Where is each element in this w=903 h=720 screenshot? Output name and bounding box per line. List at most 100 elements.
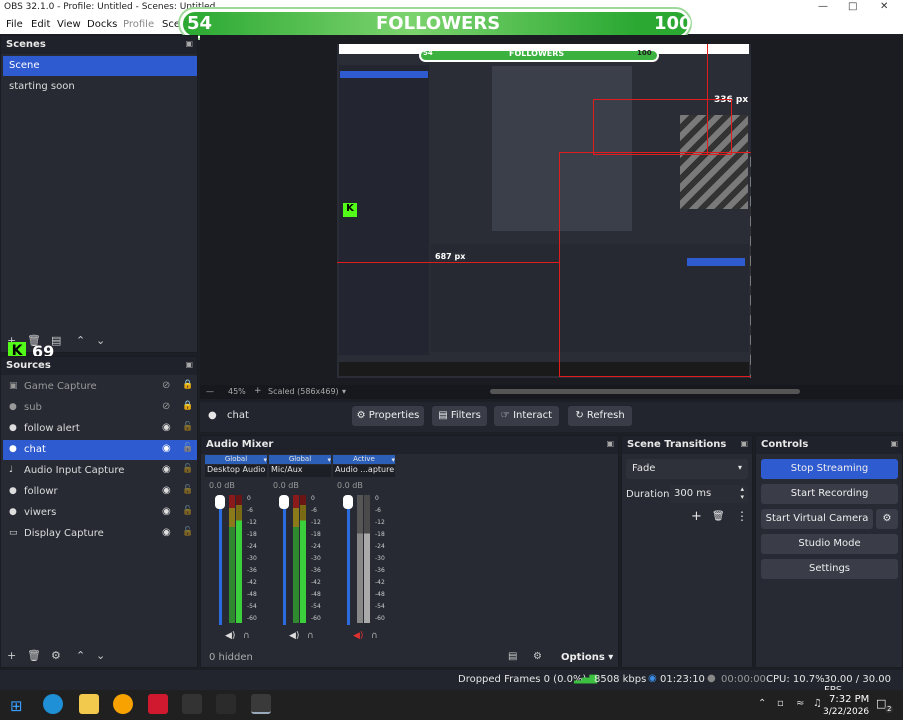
tray-wifi-icon[interactable]: ≈ (796, 698, 804, 709)
speaker-icon[interactable]: ◀) (289, 631, 299, 641)
tray-volume-icon[interactable]: ♫ (813, 698, 822, 709)
source-settings-icon[interactable]: ⚙ (51, 649, 61, 662)
fader-handle[interactable] (343, 495, 353, 509)
close-icon[interactable]: ✕ (880, 1, 888, 12)
add-transition-icon[interactable]: + (691, 509, 702, 524)
preview-area[interactable]: 54 FOLLOWERS 100 336 px 687 px K — 45% +… (200, 35, 903, 399)
source-item[interactable]: ♩ Audio Input Capture ◉ 🔓 (3, 461, 197, 481)
headphones-icon[interactable]: ∩ (307, 631, 314, 641)
refresh-button[interactable]: ↻ Refresh (568, 406, 632, 426)
unlock-icon[interactable]: 🔓 (182, 422, 193, 432)
filters-button[interactable]: ▤ Filters (432, 406, 487, 426)
eye-icon[interactable]: ◉ (162, 464, 171, 475)
selection-box[interactable] (559, 152, 751, 377)
mixer-options-button[interactable]: Options ▾ (561, 652, 613, 663)
interact-button[interactable]: ☞ Interact (494, 406, 559, 426)
chevron-down-icon[interactable]: ▾ (342, 387, 346, 396)
edge-icon[interactable] (43, 694, 63, 714)
volume-fader[interactable] (347, 495, 350, 625)
unlock-icon[interactable]: 🔓 (182, 527, 193, 537)
eye-icon[interactable]: ◉ (162, 485, 171, 496)
clock-time[interactable]: 7:32 PM (829, 694, 869, 705)
app-icon[interactable] (148, 694, 168, 714)
eye-icon[interactable]: ◉ (162, 527, 171, 538)
transition-select[interactable]: Fade ▾ (626, 459, 748, 479)
volume-fader[interactable] (219, 495, 222, 625)
properties-button[interactable]: ⚙ Properties (352, 406, 424, 426)
unlock-icon[interactable]: 🔓 (182, 464, 193, 474)
maximize-icon[interactable]: □ (848, 1, 857, 12)
source-item[interactable]: ▣ Game Capture ⊘ 🔒 (3, 377, 197, 397)
move-up-icon[interactable]: ⌃ (76, 649, 85, 662)
more-options-icon[interactable]: ⋮ (736, 509, 748, 523)
tray-chevron-icon[interactable]: ⌃ (758, 698, 766, 709)
tray-network-icon[interactable]: ▫ (777, 698, 784, 709)
channel-name-select[interactable]: Desktop Audio (205, 465, 267, 477)
zoom-out-icon[interactable]: — (206, 387, 214, 396)
eye-off-icon[interactable]: ⊘ (162, 401, 170, 412)
float-icon[interactable]: ▣ (185, 39, 193, 48)
float-icon[interactable]: ▣ (890, 439, 898, 448)
volume-fader[interactable] (283, 495, 286, 625)
settings-button[interactable]: Settings (761, 559, 898, 579)
remove-transition-icon[interactable]: 🗑 (712, 511, 725, 522)
headphones-icon[interactable]: ∩ (371, 631, 378, 641)
menu-edit[interactable]: Edit (31, 19, 50, 30)
speaker-muted-icon[interactable]: ◀) (353, 631, 363, 641)
move-down-icon[interactable]: ⌄ (96, 334, 105, 347)
add-source-icon[interactable]: + (7, 649, 16, 662)
chevron-down-icon[interactable]: ▾ (391, 456, 395, 464)
obs-icon[interactable] (251, 694, 271, 714)
source-item[interactable]: ● sub ⊘ 🔒 (3, 398, 197, 418)
start-virtual-camera-button[interactable]: Start Virtual Camera (761, 509, 873, 529)
zoom-in-icon[interactable]: + (254, 386, 262, 396)
unlock-icon[interactable]: 🔓 (182, 443, 193, 453)
menu-file[interactable]: File (6, 19, 23, 30)
source-item[interactable]: ● chat ◉ 🔓 (3, 440, 197, 460)
eye-off-icon[interactable]: ⊘ (162, 380, 170, 391)
duration-input[interactable]: 300 ms ▴ ▾ (670, 485, 748, 503)
terminal-icon[interactable] (216, 694, 236, 714)
start-recording-button[interactable]: Start Recording (761, 484, 898, 504)
float-icon[interactable]: ▣ (740, 439, 748, 448)
windows-start-icon[interactable]: ⊞ (10, 697, 23, 715)
headphones-icon[interactable]: ∩ (243, 631, 250, 641)
source-item[interactable]: ● follow alert ◉ 🔓 (3, 419, 197, 439)
virtual-camera-settings-icon[interactable]: ⚙ (876, 509, 898, 529)
move-up-icon[interactable]: ⌃ (76, 334, 85, 347)
eye-icon[interactable]: ◉ (162, 422, 171, 433)
menu-view[interactable]: View (57, 19, 81, 30)
mail-icon[interactable] (182, 694, 202, 714)
speaker-icon[interactable]: ◀) (225, 631, 235, 641)
source-item[interactable]: ● followr ◉ 🔓 (3, 482, 197, 502)
advanced-audio-icon[interactable]: ⚙ (533, 651, 542, 662)
fader-handle[interactable] (279, 495, 289, 509)
unlock-icon[interactable]: 🔓 (182, 506, 193, 516)
fader-handle[interactable] (215, 495, 225, 509)
clock-date[interactable]: 3/22/2026 (823, 707, 869, 717)
selection-box[interactable] (593, 99, 732, 155)
studio-mode-button[interactable]: Studio Mode (761, 534, 898, 554)
scene-item[interactable]: starting soon (3, 77, 197, 97)
float-icon[interactable]: ▣ (185, 360, 193, 369)
file-explorer-icon[interactable] (79, 694, 99, 714)
lock-icon[interactable]: 🔒 (182, 401, 193, 411)
unlock-icon[interactable]: 🔓 (182, 485, 193, 495)
discord-icon[interactable] (113, 694, 133, 714)
source-item[interactable]: ● viwers ◉ 🔓 (3, 503, 197, 523)
source-item[interactable]: ▭ Display Capture ◉ 🔓 (3, 524, 197, 544)
scene-item[interactable]: Scene (3, 56, 197, 76)
chevron-down-icon[interactable]: ▾ (263, 456, 267, 464)
channel-name-select[interactable]: Mic/Aux (269, 465, 331, 477)
channel-name-select[interactable]: Audio ...apture (333, 465, 395, 477)
chevron-down-icon[interactable]: ▾ (327, 456, 331, 464)
remove-source-icon[interactable]: 🗑 (27, 649, 41, 662)
menu-docks[interactable]: Docks (87, 19, 117, 30)
stop-streaming-button[interactable]: Stop Streaming (761, 459, 898, 479)
spin-icon[interactable]: ▴ ▾ (740, 485, 744, 501)
eye-icon[interactable]: ◉ (162, 443, 171, 454)
preview-scrollbar[interactable]: — 45% + Scaled (586x469) ▾ (200, 385, 903, 399)
minimize-icon[interactable]: — (818, 1, 828, 12)
eye-icon[interactable]: ◉ (162, 506, 171, 517)
move-down-icon[interactable]: ⌄ (96, 649, 105, 662)
